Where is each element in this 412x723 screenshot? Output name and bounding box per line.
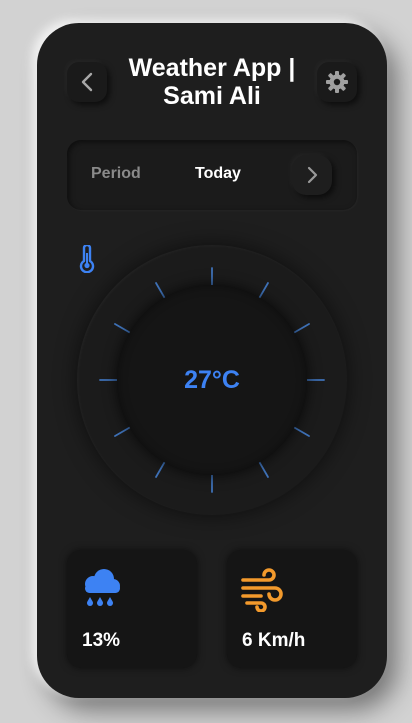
wind-icon (241, 568, 283, 612)
period-label: Period (91, 165, 141, 182)
page-title: Weather App | Sami Ali (117, 54, 307, 110)
temperature-dial: 27°C (77, 245, 347, 515)
app-card: Weather App | Sami Ali Period Today 27°C… (37, 23, 387, 698)
title-line-2: Sami Ali (163, 82, 261, 110)
period-selector: Period Today (67, 140, 357, 210)
cloud-rain-icon (85, 569, 120, 606)
back-button[interactable] (67, 62, 107, 102)
title-line-1: Weather App | (128, 54, 296, 82)
wind-card: 6 Km/h (227, 550, 357, 668)
wind-value: 6 Km/h (242, 630, 306, 651)
temperature-value: 27°C (184, 365, 240, 394)
next-period-button[interactable] (292, 155, 332, 195)
gear-icon (326, 71, 348, 93)
chevron-left-icon (81, 72, 93, 92)
chevron-right-icon (307, 166, 318, 184)
period-value: Today (195, 165, 241, 182)
precipitation-value: 13% (82, 630, 121, 651)
settings-button[interactable] (317, 62, 357, 102)
temperature-readout: 27°C (77, 245, 347, 515)
thermometer-icon (79, 245, 95, 273)
precipitation-card: 13% (67, 550, 197, 668)
